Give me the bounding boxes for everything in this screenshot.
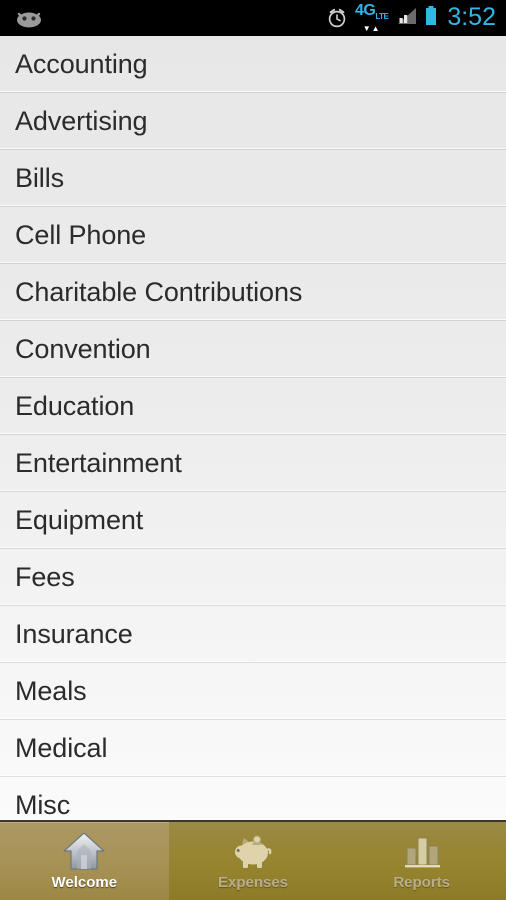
alarm-clock-icon — [326, 7, 348, 29]
status-bar: 4GLTE ▼▲ 3:52 — [0, 0, 506, 36]
battery-icon — [424, 5, 438, 32]
network-label: 4G — [354, 2, 376, 20]
bottom-tab-bar: Welcome Expenses Reports — [0, 820, 506, 900]
bar-chart-icon — [399, 829, 445, 873]
list-item[interactable]: Charitable Contributions — [0, 264, 506, 321]
list-item-label: Medical — [15, 733, 108, 763]
network-sub-label: LTE — [375, 12, 389, 22]
list-item-label: Misc — [15, 790, 71, 820]
list-item[interactable]: Insurance — [0, 606, 506, 663]
list-item-label: Meals — [15, 676, 87, 706]
data-activity-arrows: ▼▲ — [362, 23, 381, 33]
tab-welcome-label: Welcome — [51, 874, 118, 891]
list-item[interactable]: Accounting — [0, 36, 506, 93]
category-list[interactable]: Accounting Advertising Bills Cell Phone … — [0, 36, 506, 820]
list-item-label: Insurance — [15, 619, 133, 649]
list-item[interactable]: Education — [0, 378, 506, 435]
tab-expenses[interactable]: Expenses — [169, 822, 338, 900]
status-bar-clock: 3:52 — [447, 2, 496, 31]
android-face-icon — [14, 8, 44, 28]
tab-welcome[interactable]: Welcome — [0, 822, 169, 900]
list-item[interactable]: Misc — [0, 777, 506, 820]
list-item[interactable]: Equipment — [0, 492, 506, 549]
list-item-label: Education — [15, 391, 135, 421]
signal-bars-icon — [395, 6, 417, 31]
list-item[interactable]: Convention — [0, 321, 506, 378]
app-screen: 4GLTE ▼▲ 3:52 Accounting Advertising Bil… — [0, 0, 506, 900]
piggy-bank-icon — [230, 829, 276, 873]
network-type-icon: 4GLTE ▼▲ — [354, 2, 389, 33]
home-icon — [61, 829, 107, 873]
list-item-label: Advertising — [15, 106, 148, 136]
list-item-label: Entertainment — [15, 448, 182, 478]
list-item-label: Accounting — [15, 49, 148, 79]
list-item[interactable]: Cell Phone — [0, 207, 506, 264]
list-item-label: Bills — [15, 163, 65, 193]
list-item[interactable]: Entertainment — [0, 435, 506, 492]
status-bar-right: 4GLTE ▼▲ 3:52 — [326, 2, 496, 33]
list-item-label: Fees — [15, 562, 75, 592]
list-item[interactable]: Advertising — [0, 93, 506, 150]
list-item-label: Convention — [15, 334, 151, 364]
list-item-label: Cell Phone — [15, 220, 147, 250]
list-item-label: Equipment — [15, 505, 144, 535]
list-item[interactable]: Meals — [0, 663, 506, 720]
list-item-label: Charitable Contributions — [15, 277, 303, 307]
status-bar-left — [14, 8, 326, 28]
list-item[interactable]: Medical — [0, 720, 506, 777]
list-item[interactable]: Bills — [0, 150, 506, 207]
list-item[interactable]: Fees — [0, 549, 506, 606]
tab-reports-label: Reports — [393, 874, 451, 891]
tab-expenses-label: Expenses — [217, 874, 289, 891]
tab-reports[interactable]: Reports — [337, 822, 506, 900]
